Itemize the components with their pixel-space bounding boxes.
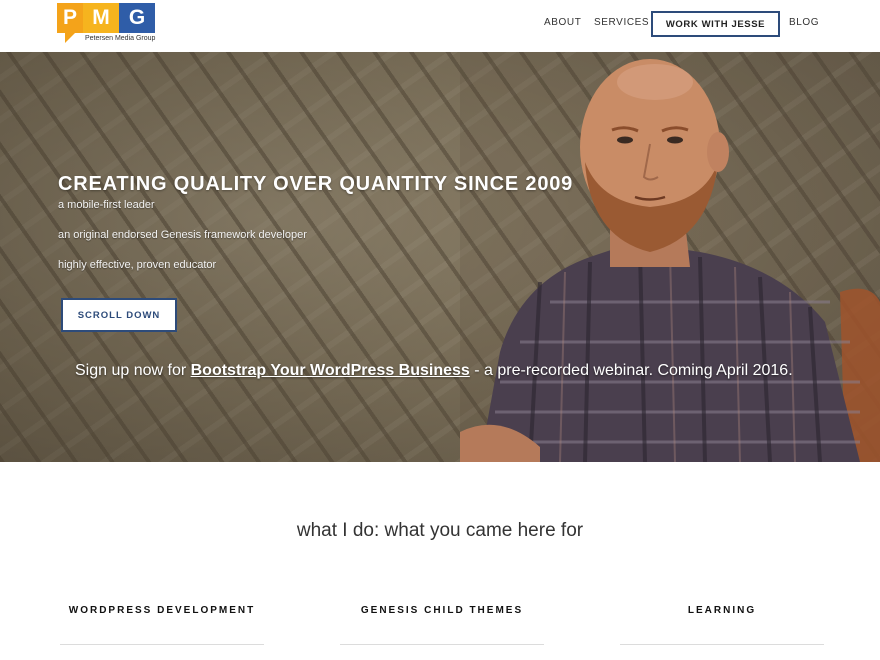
service-wordpress-development[interactable]: WORDPRESS DEVELOPMENT xyxy=(60,605,264,616)
hero-banner: CREATING QUALITY OVER QUANTITY SINCE 200… xyxy=(0,52,880,462)
services-section-title: what I do: what you came here for xyxy=(296,520,584,541)
webinar-signup-text: Sign up now for Bootstrap Your WordPress… xyxy=(75,362,793,380)
nav-about-link[interactable]: ABOUT xyxy=(544,17,581,28)
column-divider xyxy=(620,644,824,645)
site-header: P M G Petersen Media Group ABOUT SERVICE… xyxy=(0,0,880,52)
column-divider xyxy=(340,644,544,645)
webinar-signup-link[interactable]: Bootstrap Your WordPress Business xyxy=(191,362,470,379)
nav-blog-link[interactable]: BLOG xyxy=(789,17,819,28)
work-with-jesse-button[interactable]: WORK WITH JESSE xyxy=(651,11,780,37)
signup-prefix: Sign up now for xyxy=(75,362,191,379)
scroll-down-button[interactable]: SCROLL DOWN xyxy=(61,298,177,332)
hero-tagline-3: highly effective, proven educator xyxy=(58,259,217,271)
hero-tagline-1: a mobile-first leader xyxy=(58,199,155,211)
service-genesis-child-themes[interactable]: GENESIS CHILD THEMES xyxy=(340,605,544,616)
main-nav: ABOUT SERVICES WORK WITH JESSE BLOG xyxy=(0,0,880,52)
column-divider xyxy=(60,644,264,645)
hero-title: CREATING QUALITY OVER QUANTITY SINCE 200… xyxy=(58,173,574,195)
service-learning[interactable]: LEARNING xyxy=(620,605,824,616)
hero-tagline-2: an original endorsed Genesis framework d… xyxy=(58,229,307,241)
signup-suffix: - a pre-recorded webinar. Coming April 2… xyxy=(469,362,793,379)
hero-portrait-image xyxy=(460,52,880,462)
nav-services-link[interactable]: SERVICES xyxy=(594,17,649,28)
